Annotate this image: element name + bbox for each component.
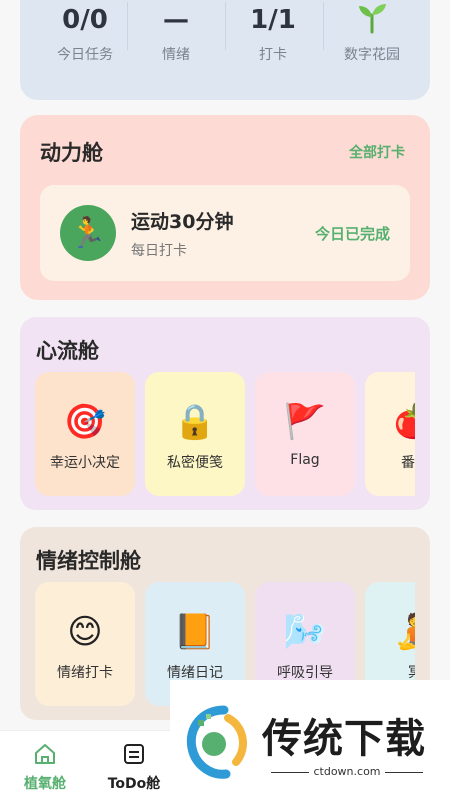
- section-title: 心流舱: [36, 339, 99, 363]
- target-icon: 🎯: [63, 402, 107, 442]
- tile-lucky-decision[interactable]: 🎯 幸运小决定: [35, 372, 135, 496]
- stat-mood[interactable]: — 情绪: [126, 0, 226, 64]
- tab-oxygen[interactable]: 植氧舱: [10, 741, 80, 793]
- stats-card: 0/0 今日任务 — 情绪 1/1 打卡 数字花园: [20, 0, 430, 100]
- tab-todo[interactable]: ToDo舱: [99, 741, 169, 793]
- checkin-status: 今日已完成: [314, 225, 390, 243]
- tomato-icon: 🍅: [365, 402, 415, 442]
- tile-label: 幸运小决定: [50, 455, 120, 471]
- checkin-name: 运动30分钟: [131, 211, 234, 233]
- watermark-url: ctdown.com: [262, 765, 432, 778]
- flow-section: 心流舱 🎯 幸运小决定 🔒 私密便笺 🚩 Flag 🍅 番茄: [20, 317, 430, 510]
- tile-label: 情绪打卡: [57, 665, 113, 681]
- stat-checkin[interactable]: 1/1 打卡: [223, 0, 323, 64]
- wind-icon: 🌬️: [283, 612, 327, 652]
- todo-icon: [99, 741, 169, 767]
- all-checkins-link[interactable]: 全部打卡: [349, 142, 405, 162]
- stat-today-tasks[interactable]: 0/0 今日任务: [35, 0, 135, 64]
- tab-label: ToDo舱: [107, 776, 161, 792]
- tile-label: 私密便笺: [167, 455, 223, 471]
- tab-label: 植氧舱: [24, 776, 66, 792]
- stat-label: 情绪: [162, 47, 190, 63]
- book-icon: 📙: [173, 612, 217, 652]
- lock-icon: 🔒: [173, 402, 217, 442]
- tile-label: 番茄: [401, 455, 415, 471]
- tile-label: 呼吸引导: [277, 665, 333, 681]
- stat-label: 数字花园: [344, 47, 400, 63]
- stat-digital-garden[interactable]: 数字花园: [322, 0, 422, 64]
- flow-tiles-scroller[interactable]: 🎯 幸运小决定 🔒 私密便笺 🚩 Flag 🍅 番茄: [35, 372, 415, 496]
- power-section: 动力舱 全部打卡 🏃 运动30分钟 每日打卡 今日已完成: [20, 115, 430, 300]
- meditation-icon: 🧘: [365, 612, 415, 652]
- tile-private-notes[interactable]: 🔒 私密便笺: [145, 372, 245, 496]
- tile-flag[interactable]: 🚩 Flag: [255, 372, 355, 496]
- tile-tomato[interactable]: 🍅 番茄: [365, 372, 415, 496]
- stat-label: 今日任务: [57, 47, 113, 63]
- stat-value: 0/0: [62, 5, 108, 35]
- checkin-frequency: 每日打卡: [131, 243, 187, 259]
- section-title: 动力舱: [40, 141, 103, 165]
- tile-emotion-checkin[interactable]: 😊 情绪打卡: [35, 582, 135, 706]
- flag-icon: 🚩: [283, 402, 327, 442]
- home-icon: [10, 741, 80, 767]
- stat-label: 打卡: [259, 47, 287, 63]
- stat-value: 1/1: [250, 5, 296, 35]
- runner-icon: 🏃: [60, 205, 116, 261]
- tile-label: 情绪日记: [167, 665, 223, 681]
- sprout-icon: [322, 0, 422, 40]
- watermark: 传统下载 ctdown.com: [170, 680, 450, 800]
- checkin-item[interactable]: 🏃 运动30分钟 每日打卡 今日已完成: [40, 185, 410, 281]
- tile-label: Flag: [290, 452, 320, 468]
- stat-value: —: [163, 5, 189, 35]
- smile-icon: 😊: [67, 612, 103, 652]
- watermark-title: 传统下载: [262, 716, 426, 762]
- tile-label: 冥: [365, 662, 415, 682]
- watermark-logo-icon: [184, 704, 254, 788]
- section-title: 情绪控制舱: [36, 549, 141, 573]
